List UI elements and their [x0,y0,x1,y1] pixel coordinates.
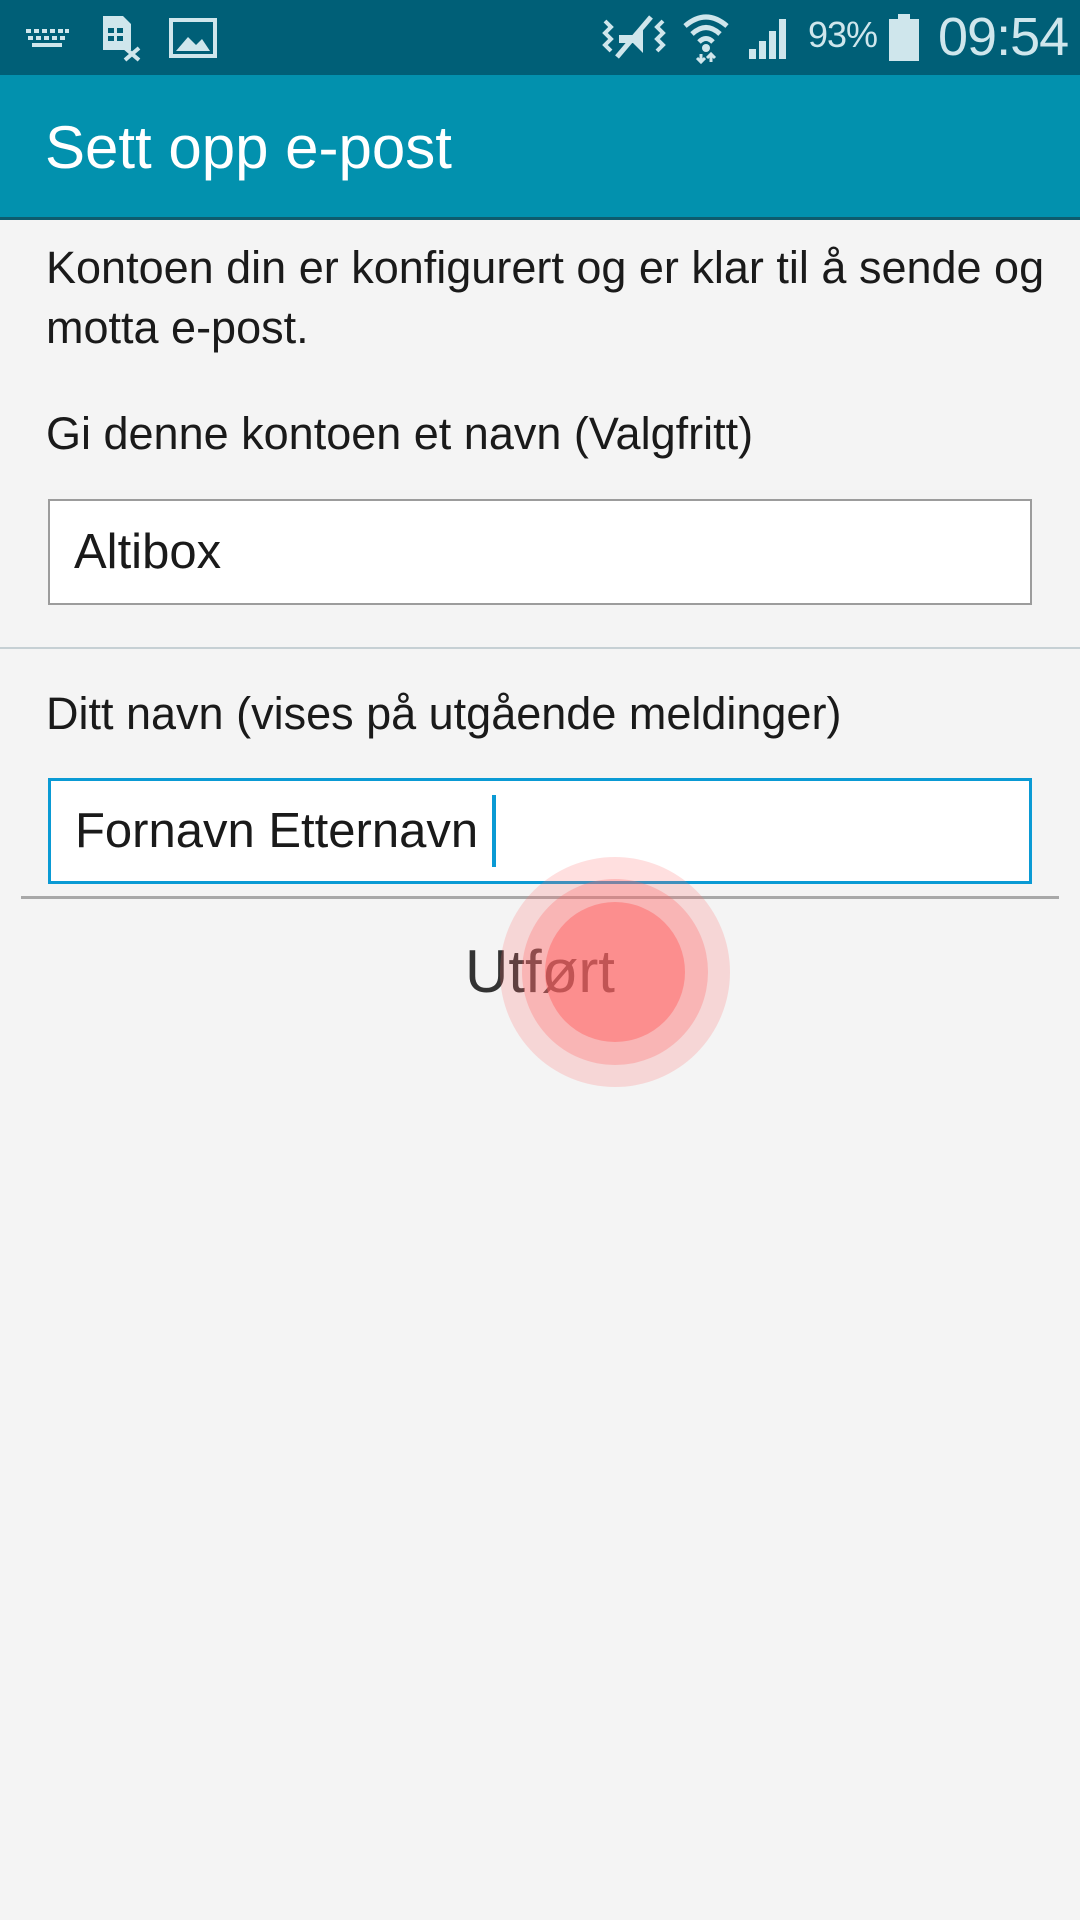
your-name-input[interactable]: Fornavn Etternavn [48,778,1032,884]
battery-icon [884,0,924,75]
image-icon [166,0,220,75]
action-bar-divider [0,217,1080,220]
your-name-label: Ditt navn (vises på utgående meldinger) [46,688,842,739]
battery-percent: 93% [808,14,878,55]
clock: 09:54 [938,7,1069,67]
account-name-label: Gi denne kontoen et navn (Valgfritt) [46,408,754,459]
action-bar: Sett opp e-post [0,75,1080,217]
setup-complete-message: Kontoen din er konfigurert og er klar ti… [46,242,1045,353]
account-name-input[interactable]: Altibox [48,499,1032,605]
sim-card-off-icon [96,0,146,75]
account-name-value: Altibox [74,525,222,579]
wifi-icon [680,0,732,75]
done-button[interactable]: Utført [21,899,1059,1044]
vibrate-mute-icon [598,0,670,75]
signal-icon [744,0,796,75]
your-name-value: Fornavn Etternavn [75,804,479,858]
status-bar: 93% 09:54 [0,0,1080,75]
text-cursor [492,795,497,867]
section-divider [0,647,1080,649]
keyboard-icon [22,0,72,75]
page-title: Sett opp e-post [45,114,452,181]
